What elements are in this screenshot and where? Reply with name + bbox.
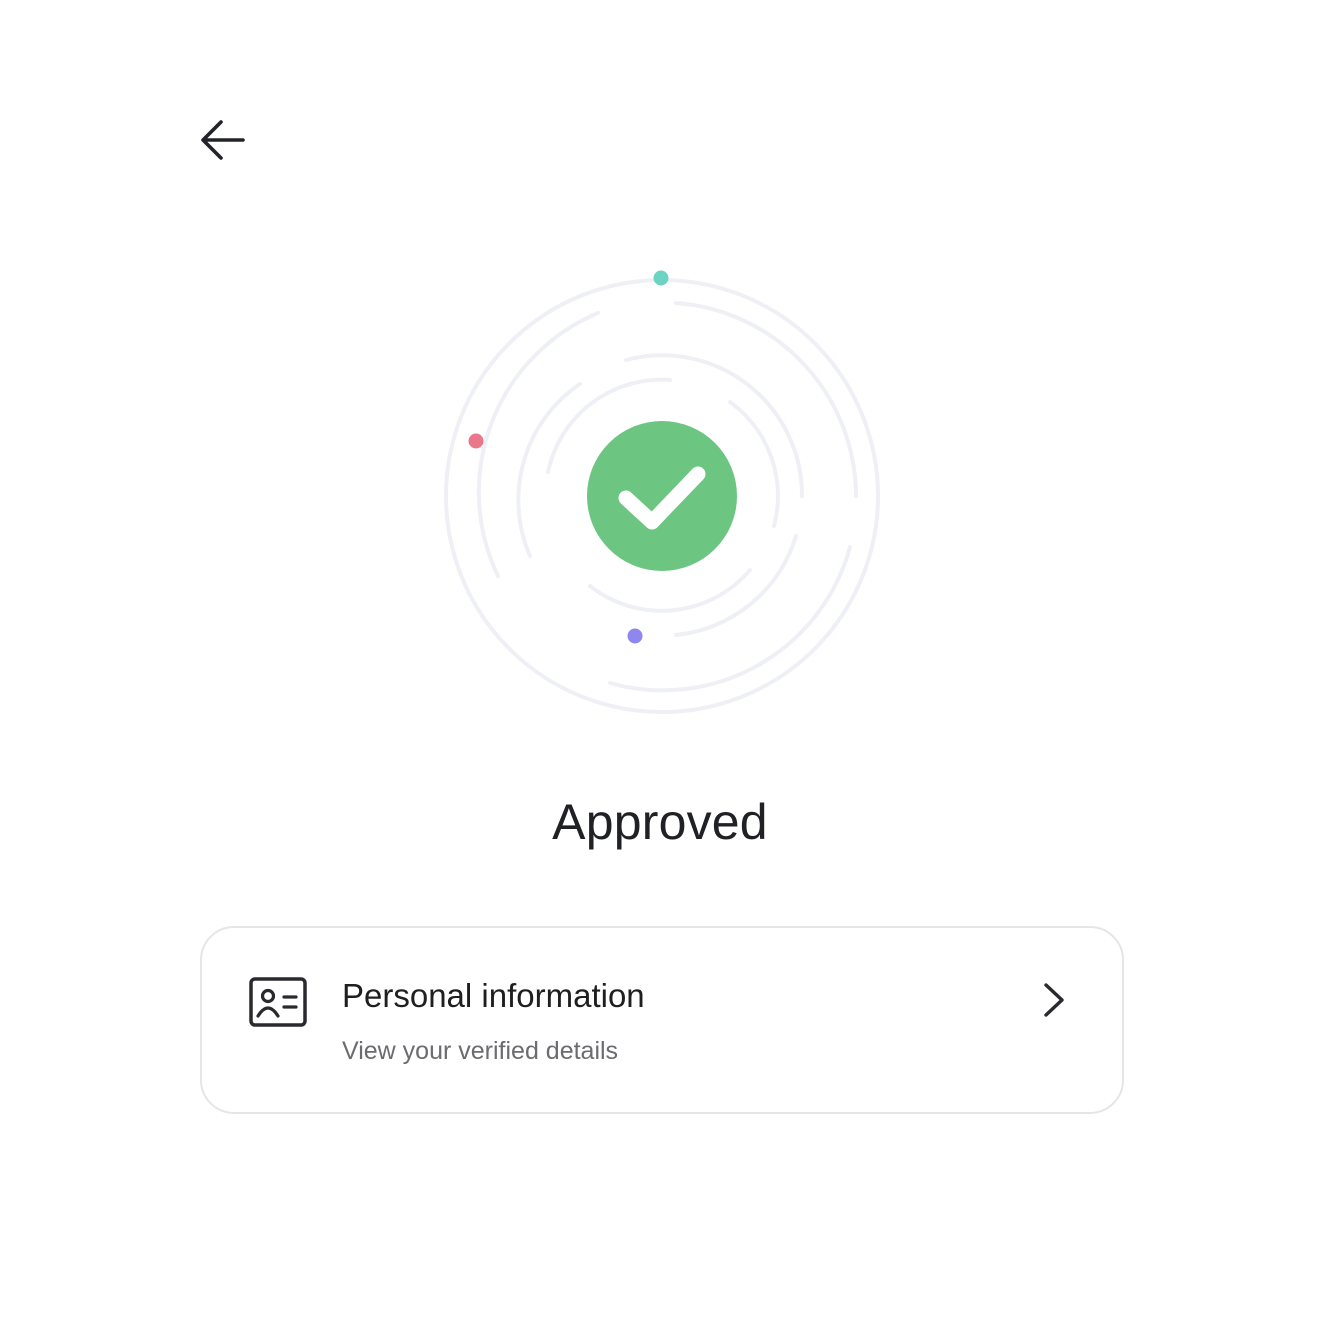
back-button[interactable] (190, 108, 254, 172)
teal-dot (653, 270, 669, 286)
personal-information-card[interactable]: Personal information View your verified … (200, 926, 1124, 1114)
red-dot (468, 433, 484, 449)
chevron-right-icon (1044, 983, 1064, 1017)
id-card-icon (249, 977, 307, 1027)
arrow-left-icon (201, 120, 245, 160)
check-circle-icon (587, 421, 737, 571)
approved-status-graphic (430, 256, 894, 726)
middle-ring (476, 311, 600, 578)
status-title: Approved (552, 794, 768, 850)
card-subtitle: View your verified details (342, 1037, 619, 1065)
card-title: Personal information (342, 977, 645, 1014)
purple-dot (627, 628, 643, 644)
